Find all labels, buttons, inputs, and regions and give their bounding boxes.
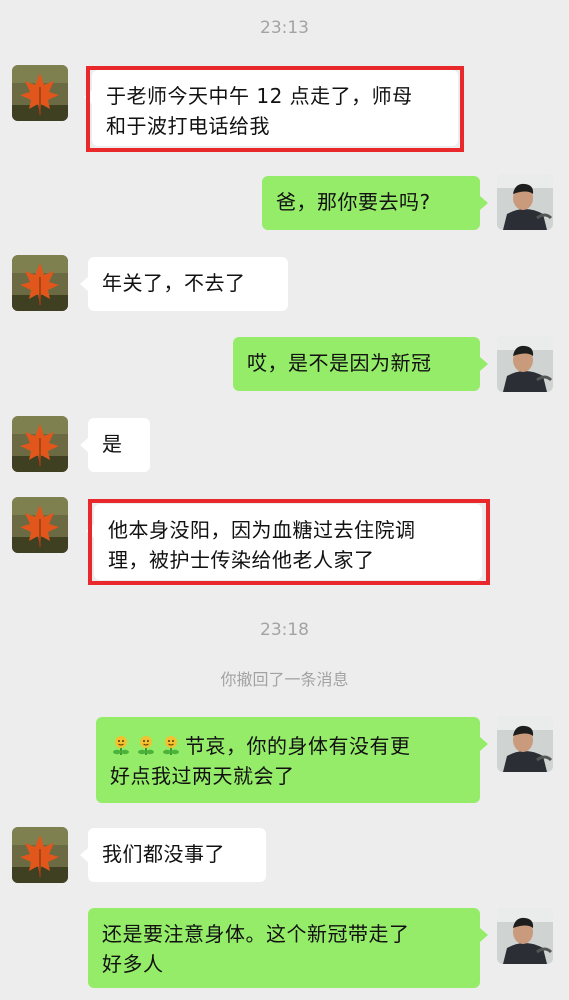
message-bubble[interactable]: 我们都没事了 (80, 828, 266, 882)
man-driving-avatar-icon (497, 174, 553, 230)
self-avatar[interactable] (497, 174, 553, 230)
highlight-box (88, 499, 490, 585)
message-bubble[interactable]: 是 (80, 418, 150, 472)
message-bubble[interactable]: 节哀，你的身体有没有更 好点我过两天就会了 (96, 717, 488, 803)
message-line: 好多人 (102, 952, 164, 976)
highlight-box (86, 66, 464, 152)
self-avatar[interactable] (497, 908, 553, 964)
message-bubble[interactable]: 还是要注意身体。这个新冠带走了 好多人 (88, 908, 488, 988)
message-text: 年关了，不去了 (102, 271, 246, 295)
self-avatar[interactable] (497, 336, 553, 392)
message-text: 我们都没事了 (102, 842, 225, 866)
contact-avatar[interactable] (12, 65, 68, 121)
message-line: 节哀，你的身体有没有更 (185, 734, 411, 758)
message-text: 哎，是不是因为新冠 (247, 351, 432, 375)
message-bubble[interactable]: 哎，是不是因为新冠 (233, 337, 488, 391)
contact-avatar[interactable] (12, 255, 68, 311)
man-driving-avatar-icon (497, 908, 553, 964)
message-text: 爸，那你要去吗? (276, 190, 431, 214)
message-line: 还是要注意身体。这个新冠带走了 (102, 922, 410, 946)
message-line: 好点我过两天就会了 (110, 764, 295, 788)
recall-notice: 你撤回了一条消息 (220, 670, 349, 689)
man-driving-avatar-icon (497, 336, 553, 392)
contact-avatar[interactable] (12, 497, 68, 553)
flower-emoji-icon (160, 734, 182, 756)
message-text: 是 (102, 432, 123, 456)
timestamp: 23:13 (260, 18, 309, 38)
man-driving-avatar-icon (497, 716, 553, 772)
maple-leaf-avatar-icon (12, 497, 68, 553)
maple-leaf-avatar-icon (12, 416, 68, 472)
self-avatar[interactable] (497, 716, 553, 772)
maple-leaf-avatar-icon (12, 827, 68, 883)
contact-avatar[interactable] (12, 827, 68, 883)
contact-avatar[interactable] (12, 416, 68, 472)
message-bubble[interactable]: 年关了，不去了 (80, 257, 288, 311)
maple-leaf-avatar-icon (12, 255, 68, 311)
maple-leaf-avatar-icon (12, 65, 68, 121)
flower-emoji-icon (110, 734, 132, 756)
flower-emoji-icon (135, 734, 157, 756)
timestamp: 23:18 (260, 620, 309, 640)
message-bubble[interactable]: 爸，那你要去吗? (262, 176, 488, 230)
